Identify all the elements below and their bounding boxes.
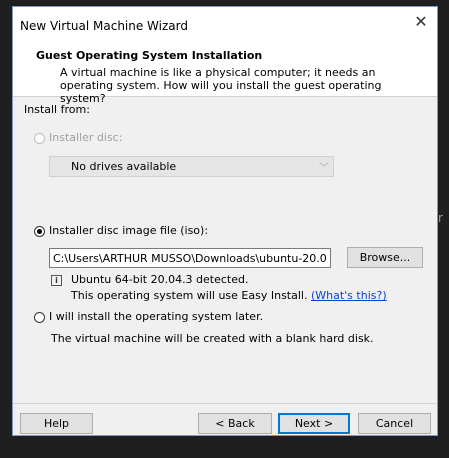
iso-path-input[interactable] xyxy=(49,248,331,268)
dropdown-value: No drives available xyxy=(71,160,177,173)
iso-path-field[interactable] xyxy=(50,249,330,267)
background-right xyxy=(437,0,449,458)
chevron-down-icon: ﹀ xyxy=(319,163,329,174)
installer-disc-radio[interactable] xyxy=(34,133,45,144)
page-description: A virtual machine is like a physical com… xyxy=(60,66,382,105)
wizard-header: Guest Operating System Installation A vi… xyxy=(13,36,437,105)
background-letter: r xyxy=(438,211,443,225)
install-later-note: The virtual machine will be created with… xyxy=(51,332,374,345)
footer-divider xyxy=(13,403,437,404)
install-later-label: I will install the operating system late… xyxy=(49,310,264,323)
whats-this-link[interactable]: (What's this?) xyxy=(311,289,387,302)
cancel-button[interactable]: Cancel xyxy=(358,413,431,434)
close-icon: ✕ xyxy=(414,12,428,31)
install-later-radio[interactable] xyxy=(34,312,45,323)
wizard-window: New Virtual Machine Wizard ✕ Guest Opera… xyxy=(12,6,438,436)
detected-text: Ubuntu 64-bit 20.04.3 detected. xyxy=(71,273,249,286)
browse-button[interactable]: Browse... xyxy=(347,247,423,268)
next-button[interactable]: Next > xyxy=(278,413,350,434)
easy-install-message: This operating system will use Easy Inst… xyxy=(71,289,308,302)
info-icon: i xyxy=(51,275,62,286)
easy-install-text: This operating system will use Easy Inst… xyxy=(71,289,387,302)
install-from-label: Install from: xyxy=(24,103,90,116)
installer-disc-label: Installer disc: xyxy=(49,131,123,144)
iso-label: Installer disc image file (iso): xyxy=(49,224,209,237)
page-title: Guest Operating System Installation xyxy=(36,49,263,62)
installer-disc-dropdown[interactable]: No drives available ﹀ xyxy=(49,156,334,177)
close-button[interactable]: ✕ xyxy=(405,7,437,36)
help-button[interactable]: Help xyxy=(20,413,93,434)
window-title: New Virtual Machine Wizard xyxy=(20,19,188,33)
background-left xyxy=(0,0,12,458)
title-bar: New Virtual Machine Wizard ✕ xyxy=(13,7,437,36)
iso-radio[interactable] xyxy=(34,226,45,237)
back-button[interactable]: < Back xyxy=(198,413,272,434)
